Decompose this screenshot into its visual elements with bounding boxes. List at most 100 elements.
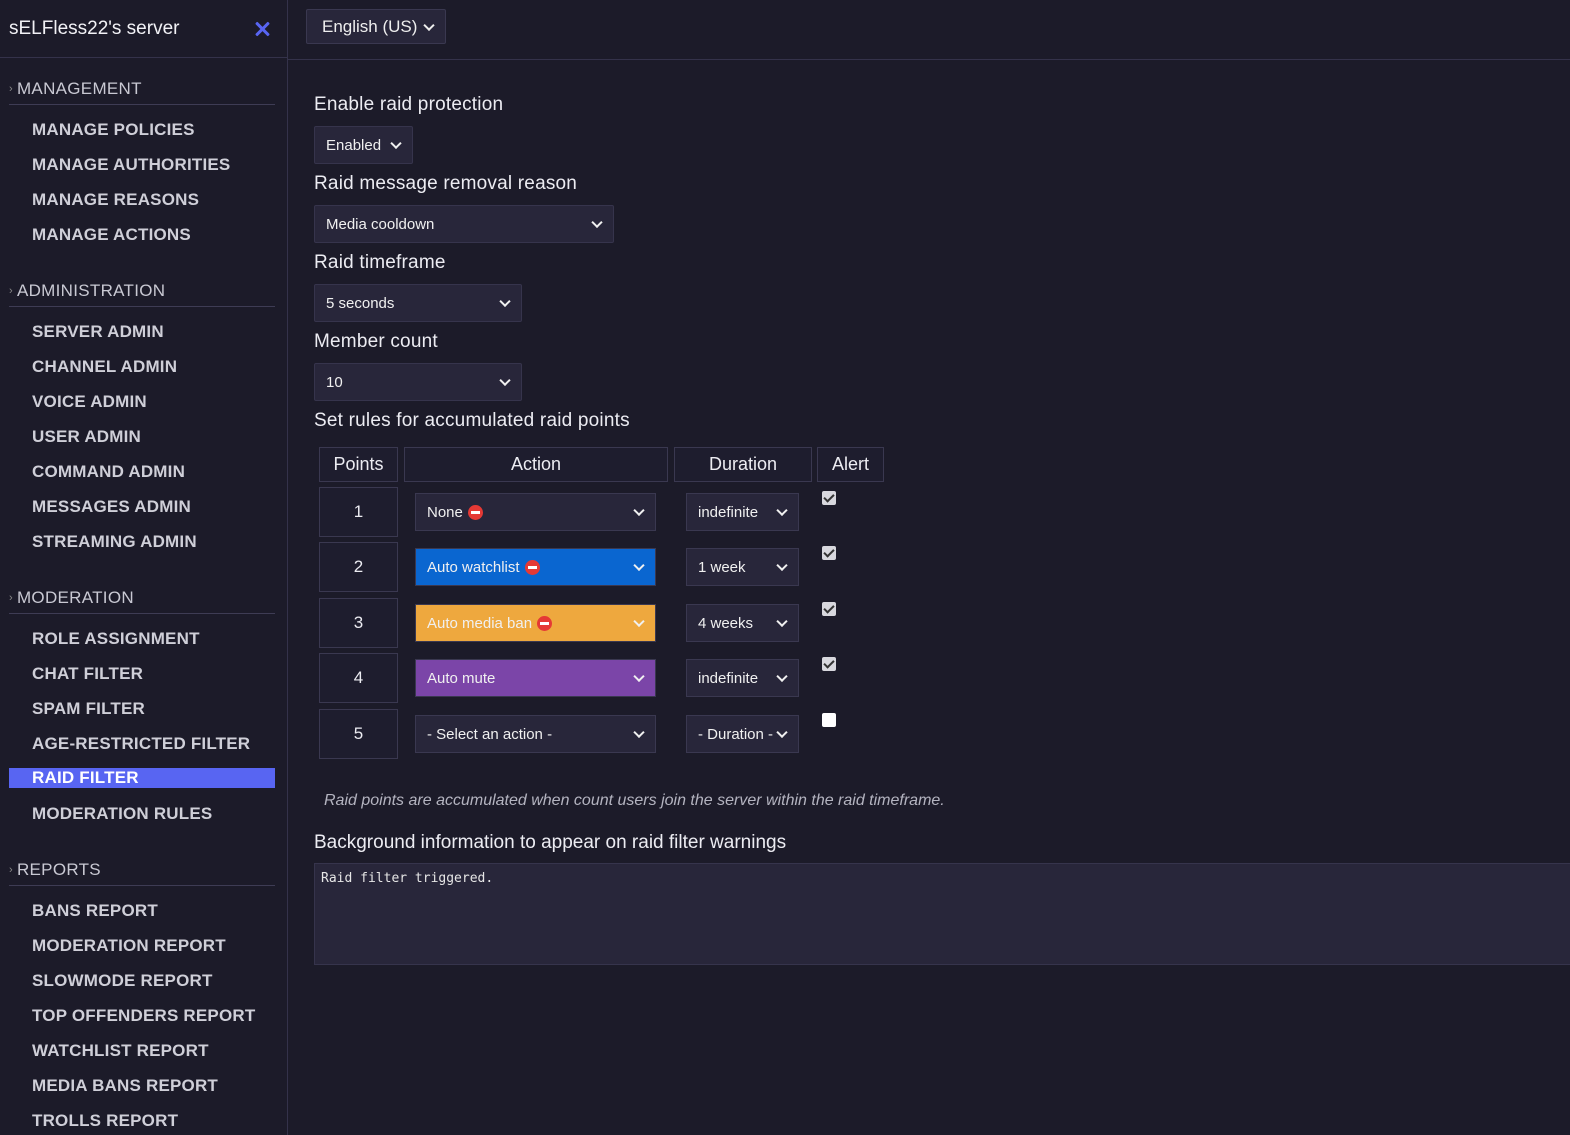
header-points: Points [319,447,398,482]
duration-select[interactable]: indefinite [686,493,799,531]
alert-checkbox[interactable] [822,657,836,671]
chevron-down-icon [633,670,645,683]
sidebar-item-moderation-rules[interactable]: MODERATION RULES [9,796,275,831]
stop-icon [467,504,483,520]
sidebar-item-bans-report[interactable]: BANS REPORT [9,893,275,928]
section-header[interactable]: › REPORTS [9,854,275,886]
sidebar-item-age-restricted-filter[interactable]: AGE-RESTRICTED FILTER [9,726,275,761]
header-duration: Duration [674,447,812,482]
sidebar-item-server-admin[interactable]: SERVER ADMIN [9,314,275,349]
action-select[interactable]: Auto watchlist [415,548,656,586]
sidebar-item-watchlist-report[interactable]: WATCHLIST REPORT [9,1033,275,1068]
sidebar-item-manage-reasons[interactable]: MANAGE REASONS [9,182,275,217]
sidebar-item-messages-admin[interactable]: MESSAGES ADMIN [9,489,275,524]
section-header[interactable]: › ADMINISTRATION [9,275,275,307]
action-select[interactable]: - Select an action - [415,715,656,753]
alert-checkbox[interactable] [822,713,836,727]
duration-select[interactable]: 1 week [686,548,799,586]
sidebar-item-media-bans-report[interactable]: MEDIA BANS REPORT [9,1068,275,1103]
sidebar-item-manage-authorities[interactable]: MANAGE AUTHORITIES [9,147,275,182]
raid-timeframe-label: Raid timeframe [314,252,446,273]
action-value: Auto mute [427,669,496,687]
close-icon[interactable] [251,18,273,40]
background-info-textarea[interactable]: Raid filter triggered. [314,863,1570,965]
chevron-down-icon [776,504,788,517]
header-action: Action [404,447,668,482]
section-title: MANAGEMENT [16,78,142,98]
removal-reason-value: Media cooldown [326,215,435,233]
enable-raid-value: Enabled [326,136,382,154]
chevron-right-icon: › [9,284,13,297]
sidebar-item-top-offenders-report[interactable]: TOP OFFENDERS REPORT [9,998,275,1033]
raid-timeframe-select[interactable]: 5 seconds [314,284,522,322]
chevron-down-icon [633,615,645,628]
chevron-down-icon [776,670,788,683]
enable-raid-label: Enable raid protection [314,94,504,115]
sidebar-item-moderation-report[interactable]: MODERATION REPORT [9,928,275,963]
language-select[interactable]: English (US) [306,9,446,44]
action-value: Auto media ban [427,614,533,632]
nav-list: MANAGE POLICIES MANAGE AUTHORITIES MANAGE … [0,105,287,260]
raid-timeframe-value: 5 seconds [326,294,395,312]
points-cell: 2 [319,542,398,592]
sidebar-item-channel-admin[interactable]: CHANNEL ADMIN [9,349,275,384]
chevron-down-icon [499,374,511,387]
section-moderation: › MODERATION ROLE ASSIGNMENT CHAT FILTER SPA… [0,582,287,839]
alert-checkbox[interactable] [822,546,836,560]
chevron-down-icon [633,559,645,572]
enable-raid-select[interactable]: Enabled [314,126,413,164]
sidebar-item-role-assignment[interactable]: ROLE ASSIGNMENT [9,621,275,656]
section-header[interactable]: › MANAGEMENT [9,73,275,105]
sidebar-nav: › MANAGEMENT MANAGE POLICIES MANAGE AUTHORI… [0,73,287,1135]
section-management: › MANAGEMENT MANAGE POLICIES MANAGE AUTHORI… [0,73,287,260]
member-count-select[interactable]: 10 [314,363,522,401]
points-cell: 4 [319,653,398,703]
stop-icon [537,615,553,631]
chevron-down-icon [591,216,603,229]
section-administration: › ADMINISTRATION SERVER ADMIN CHANNEL ADMIN… [0,275,287,567]
header-alert: Alert [817,447,884,482]
sidebar-item-voice-admin[interactable]: VOICE ADMIN [9,384,275,419]
action-select[interactable]: Auto media ban [415,604,656,642]
sidebar-item-raid-filter[interactable]: RAID FILTER [9,768,275,788]
removal-reason-label: Raid message removal reason [314,173,578,194]
server-name: sELFless22's server [9,17,180,39]
sidebar-item-slowmode-report[interactable]: SLOWMODE REPORT [9,963,275,998]
duration-select[interactable]: indefinite [686,659,799,697]
top-bar: English (US) [288,0,1570,60]
alert-checkbox[interactable] [822,491,836,505]
chevron-down-icon [390,137,402,150]
chevron-down-icon [423,19,435,31]
sidebar-item-command-admin[interactable]: COMMAND ADMIN [9,454,275,489]
sidebar-item-manage-policies[interactable]: MANAGE POLICIES [9,112,275,147]
member-count-label: Member count [314,331,438,352]
sidebar: sELFless22's server › MANAGEMENT MANAGE PO… [0,0,288,1135]
action-select[interactable]: None [415,493,656,531]
points-cell: 3 [319,598,398,648]
background-info-label: Background information to appear on raid… [314,832,787,853]
alert-checkbox[interactable] [822,602,836,616]
removal-reason-select[interactable]: Media cooldown [314,205,614,243]
duration-value: 1 week [698,558,746,576]
stop-icon [524,559,540,575]
points-cell: 1 [319,487,398,537]
duration-select[interactable]: 4 weeks [686,604,799,642]
duration-value: indefinite [698,503,759,521]
chevron-down-icon [776,726,788,739]
sidebar-item-streaming-admin[interactable]: STREAMING ADMIN [9,524,275,559]
duration-select[interactable]: - Duration - [686,715,799,753]
sidebar-item-user-admin[interactable]: USER ADMIN [9,419,275,454]
sidebar-item-trolls-report[interactable]: TROLLS REPORT [9,1103,275,1135]
language-value: English (US) [322,16,418,36]
sidebar-item-manage-actions[interactable]: MANAGE ACTIONS [9,217,275,252]
sidebar-item-chat-filter[interactable]: CHAT FILTER [9,656,275,691]
raid-points-hint: Raid points are accumulated when count u… [324,792,945,809]
section-header[interactable]: › MODERATION [9,582,275,614]
section-title: REPORTS [16,859,101,879]
chevron-down-icon [499,295,511,308]
rules-label: Set rules for accumulated raid points [314,410,630,431]
nav-list: ROLE ASSIGNMENT CHAT FILTER SPAM FILTER AGE… [0,614,287,839]
server-header: sELFless22's server [0,0,287,58]
action-select[interactable]: Auto mute [415,659,656,697]
sidebar-item-spam-filter[interactable]: SPAM FILTER [9,691,275,726]
